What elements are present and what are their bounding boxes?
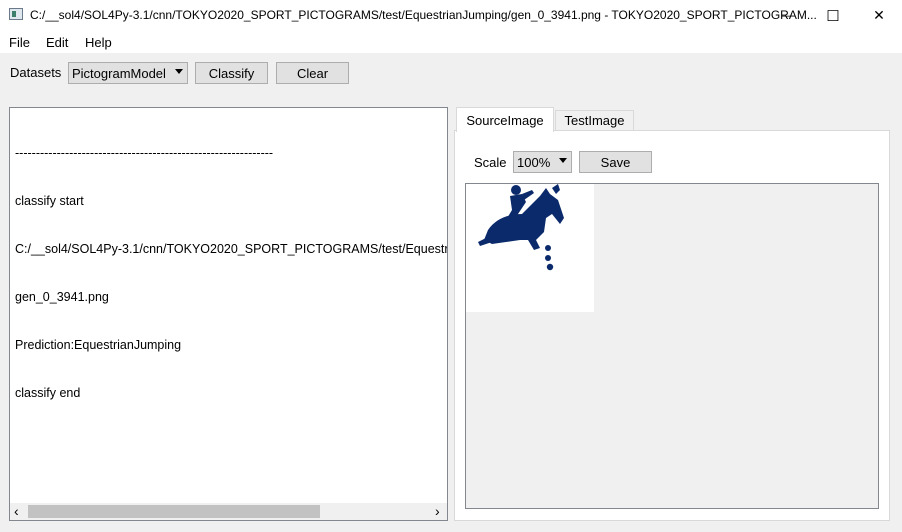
menu-help-label: Help [85,35,112,50]
scroll-right-icon[interactable]: › [435,503,440,519]
menu-edit[interactable]: Edit [46,35,68,50]
datasets-label: Datasets [10,65,62,80]
clear-button[interactable]: Clear [276,62,349,84]
tab-test-image[interactable]: TestImage [555,110,634,131]
classify-button[interactable]: Classify [195,62,268,84]
console-line: Prediction:EquestrianJumping [15,338,182,352]
close-icon: ✕ [873,7,885,23]
console-text: ----------------------------------------… [15,113,448,433]
scrollbar-thumb[interactable] [28,505,320,518]
chevron-down-icon [559,158,567,163]
console-line: classify end [15,386,81,400]
scale-select[interactable]: 100% [513,151,572,173]
scale-label: Scale [474,155,507,170]
menu-file[interactable]: File [9,35,30,50]
datasets-select-value: PictogramModel [72,65,166,81]
minimize-icon: — [781,9,793,22]
save-button[interactable]: Save [579,151,652,173]
console-line: C:/__sol4/SOL4Py-3.1/cnn/TOKYO2020_SPORT… [15,242,448,256]
console-output[interactable]: ----------------------------------------… [9,107,448,521]
console-line: gen_0_3941.png [15,290,109,304]
equestrian-jumping-icon [478,184,564,271]
tab-source-image[interactable]: SourceImage [456,107,554,132]
datasets-select[interactable]: PictogramModel [68,62,188,84]
close-window-button[interactable]: ✕ [856,0,902,31]
window-title: C:/__sol4/SOL4Py-3.1/cnn/TOKYO2020_SPORT… [30,8,817,22]
source-image [466,184,594,312]
menu-bar [0,31,902,53]
console-line: ----------------------------------------… [15,146,274,160]
maximize-button[interactable]: ☐ [810,0,856,31]
menu-file-label: File [9,35,30,50]
app-icon [9,8,23,20]
menu-edit-label: Edit [46,35,69,50]
console-line: classify start [15,194,84,208]
maximize-icon: ☐ [826,7,840,25]
scroll-left-icon[interactable]: ‹ [14,503,19,519]
chevron-down-icon [175,69,183,74]
scale-select-value: 100% [517,154,551,170]
menu-help[interactable]: Help [85,35,112,50]
minimize-button[interactable]: — [764,0,810,31]
